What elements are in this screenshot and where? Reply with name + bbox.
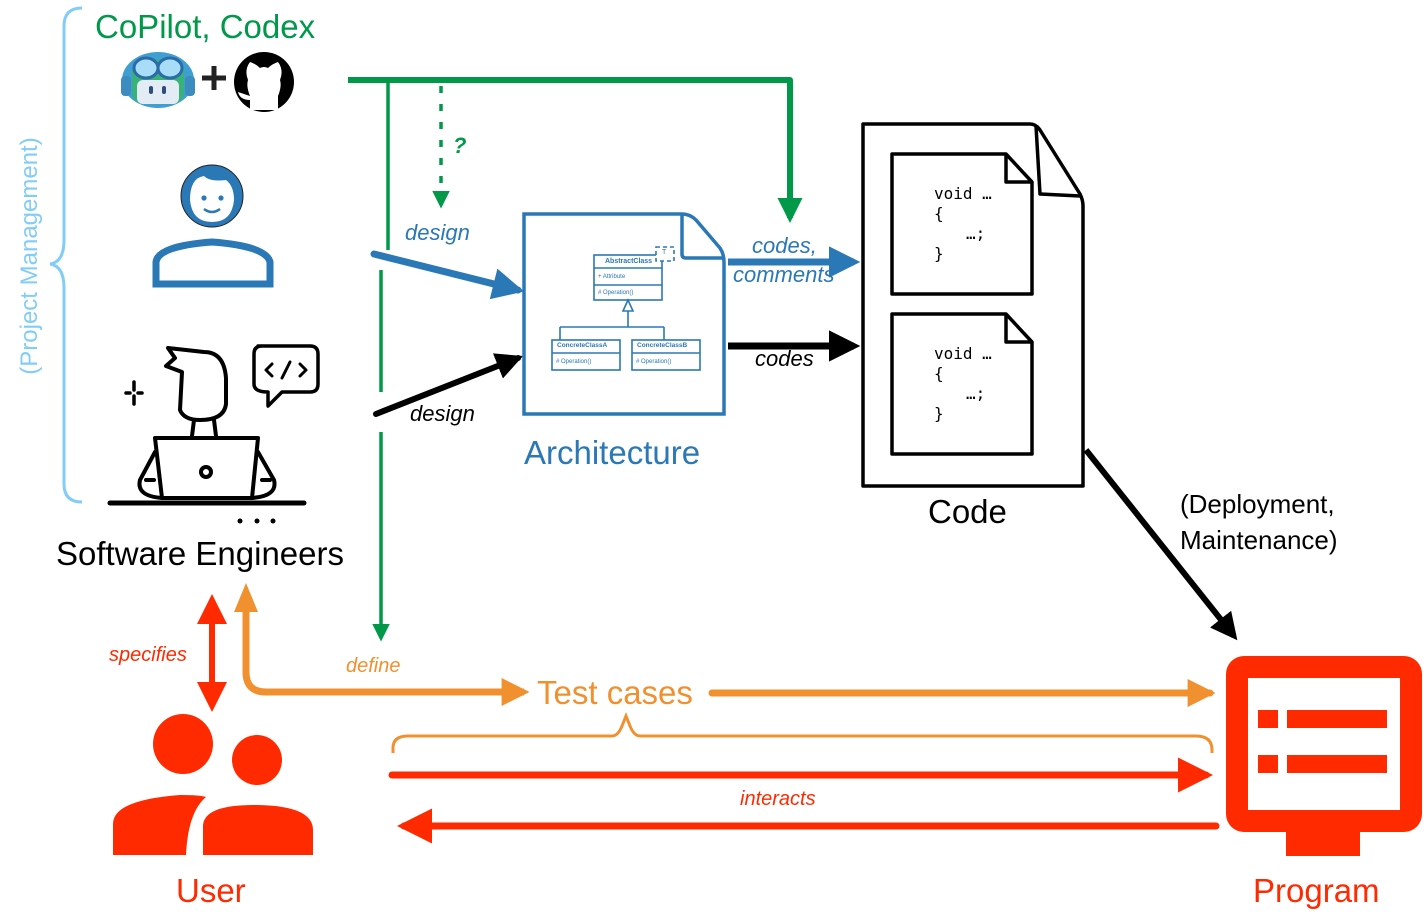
software-engineers-label: Software Engineers	[56, 535, 344, 572]
test-cases-label: Test cases	[537, 674, 693, 711]
engineer-design-label: design	[410, 401, 475, 426]
code-snippet-2-line1: void …	[934, 344, 992, 363]
uml-concrete-b-name: ConcreteClassB	[637, 342, 688, 349]
define-arrow	[242, 594, 530, 706]
code-snippet-2-line4: }	[934, 404, 944, 423]
specifies-label: specifies	[109, 644, 187, 666]
software-engineer-icon	[107, 344, 320, 506]
uml-abstract-class-name: AbstractClass	[605, 258, 653, 265]
codes-comments-label-line2: comments	[733, 262, 835, 287]
define-arrow-head-up	[234, 583, 258, 612]
test-cases-brace	[391, 711, 1214, 753]
project-management-brace	[49, 6, 83, 504]
user-label: User	[176, 872, 246, 909]
human-engineer-icon	[152, 164, 274, 288]
diagram-canvas	[49, 6, 1422, 856]
deployment-label-line1: (Deployment,	[1180, 489, 1335, 519]
interacts-label: interacts	[740, 788, 816, 810]
ai-tools-label: CoPilot, Codex	[95, 8, 316, 45]
code-document	[861, 122, 1085, 488]
copilot-icon	[121, 52, 195, 108]
code-snippet-1-line4: }	[934, 244, 944, 263]
uml-concrete-a-operation: # Operation()	[556, 359, 592, 365]
user-icon	[113, 714, 313, 855]
uml-template-param: T	[662, 249, 667, 256]
more-engineers-ellipsis	[237, 518, 276, 524]
architecture-label: Architecture	[524, 434, 701, 471]
define-label: define	[346, 655, 401, 677]
project-management-label: (Project Management)	[16, 137, 43, 375]
github-icon	[234, 52, 294, 112]
plus-icon	[202, 66, 226, 90]
program-icon	[1226, 656, 1422, 856]
code-snippet-2-line2: {	[934, 364, 944, 383]
uml-concrete-b-operation: # Operation()	[636, 359, 672, 365]
ai-question-label: ?	[453, 133, 467, 158]
uml-abstract-class-operation: # Operation()	[598, 290, 634, 296]
code-snippet-1-line2: {	[934, 204, 944, 223]
code-snippet-1-line3: …;	[966, 224, 986, 243]
uml-concrete-a-name: ConcreteClassA	[557, 342, 608, 349]
uml-abstract-class-attribute: + Attribute	[598, 274, 626, 280]
code-snippet-1-line1: void …	[934, 184, 992, 203]
deployment-label-line2: Maintenance)	[1180, 525, 1338, 555]
codes-label: codes	[755, 346, 814, 371]
human-design-arrow	[370, 250, 525, 300]
code-label: Code	[928, 493, 1007, 530]
human-design-label: design	[405, 220, 470, 245]
code-snippet-2-line3: …;	[966, 384, 986, 403]
architecture-document	[522, 212, 726, 416]
program-label: Program	[1253, 872, 1380, 909]
codes-comments-label-line1: codes,	[752, 233, 817, 258]
